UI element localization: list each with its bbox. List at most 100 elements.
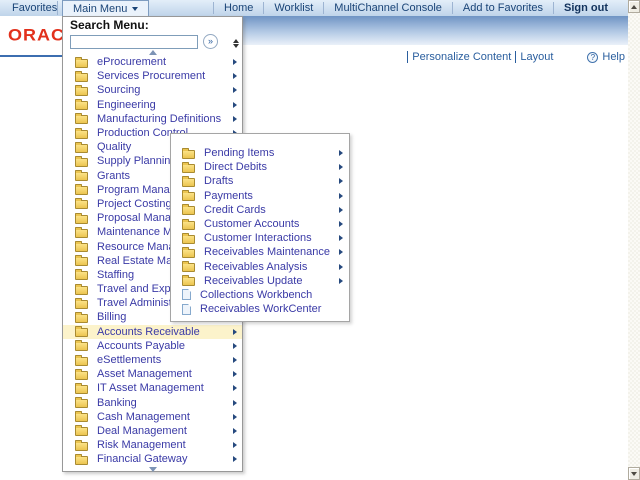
- folder-icon: [75, 144, 88, 153]
- folder-icon: [75, 342, 88, 351]
- menu-item-label: eProcurement: [97, 56, 166, 68]
- submenu-item-label: Receivables Update: [204, 275, 302, 287]
- menu-item-label: IT Asset Management: [97, 382, 204, 394]
- topbar-link[interactable]: Worklist: [263, 2, 323, 14]
- personalize-links: Personalize Content Layout: [407, 51, 557, 63]
- personalize-link[interactable]: Personalize Content: [407, 51, 515, 63]
- submenu-item[interactable]: Pending Items: [171, 146, 349, 160]
- menu-item-label: Risk Management: [97, 439, 186, 451]
- folder-icon: [182, 192, 195, 201]
- menu-item[interactable]: Financial Gateway: [63, 452, 242, 466]
- main-menu-button[interactable]: Main Menu: [62, 0, 149, 16]
- submenu-arrow-icon: [339, 235, 343, 241]
- menu-item[interactable]: Sourcing: [63, 83, 242, 97]
- submenu-item[interactable]: Collections Workbench: [171, 288, 349, 302]
- submenu-arrow-icon: [233, 400, 237, 406]
- search-go-button[interactable]: »: [203, 34, 218, 49]
- submenu-arrow-icon: [339, 193, 343, 199]
- menu-item[interactable]: Manufacturing Definitions: [63, 112, 242, 126]
- submenu-item[interactable]: Customer Accounts: [171, 217, 349, 231]
- menu-item-label: Banking: [97, 397, 137, 409]
- menu-item-label: Billing: [97, 311, 126, 323]
- menu-item[interactable]: Banking: [63, 396, 242, 410]
- folder-icon: [75, 243, 88, 252]
- help-link[interactable]: ? Help: [587, 51, 625, 63]
- top-navigation-bar: Favorites Main Menu Home Worklist MultiC…: [0, 0, 628, 16]
- menu-item[interactable]: Cash Management: [63, 410, 242, 424]
- submenu-arrow-icon: [339, 178, 343, 184]
- topbar-link[interactable]: Home: [213, 2, 263, 14]
- folder-icon: [75, 328, 88, 337]
- search-menu-label: Search Menu:: [70, 19, 236, 32]
- submenu-item[interactable]: Drafts: [171, 174, 349, 188]
- menu-item[interactable]: eProcurement: [63, 55, 242, 69]
- submenu-item-label: Pending Items: [204, 147, 274, 159]
- submenu-item[interactable]: Direct Debits: [171, 160, 349, 174]
- menu-item[interactable]: Risk Management: [63, 438, 242, 452]
- submenu-item-label: Direct Debits: [204, 161, 267, 173]
- submenu-arrow-icon: [339, 164, 343, 170]
- topbar-link[interactable]: MultiChannel Console: [323, 2, 452, 14]
- submenu-item[interactable]: Customer Interactions: [171, 231, 349, 245]
- menu-item-label: Services Procurement: [97, 70, 205, 82]
- document-icon: [182, 304, 191, 315]
- menu-item[interactable]: Services Procurement: [63, 69, 242, 83]
- folder-icon: [182, 178, 195, 187]
- folder-icon: [75, 286, 88, 295]
- submenu-item-label: Payments: [204, 190, 253, 202]
- submenu-item[interactable]: Receivables WorkCenter: [171, 302, 349, 316]
- search-input[interactable]: [70, 35, 198, 49]
- submenu-arrow-icon: [233, 343, 237, 349]
- menu-item[interactable]: Accounts Payable: [63, 339, 242, 353]
- menu-search-header: Search Menu: »: [63, 17, 242, 49]
- folder-icon: [75, 73, 88, 82]
- submenu-item[interactable]: Payments: [171, 189, 349, 203]
- chevron-down-icon: [132, 7, 138, 11]
- submenu-item[interactable]: Receivables Analysis: [171, 260, 349, 274]
- menu-item[interactable]: Asset Management: [63, 367, 242, 381]
- submenu-arrow-icon: [339, 207, 343, 213]
- topbar-link[interactable]: Sign out: [553, 2, 618, 14]
- submenu-arrow-icon: [233, 73, 237, 79]
- folder-icon: [75, 300, 88, 309]
- submenu-item[interactable]: Credit Cards: [171, 203, 349, 217]
- menu-scroll-handle-icon[interactable]: [233, 39, 239, 48]
- menu-item-label: Grants: [97, 170, 130, 182]
- menu-item-label: eSettlements: [97, 354, 161, 366]
- personalize-link[interactable]: Layout: [515, 51, 557, 63]
- submenu-item-label: Credit Cards: [204, 204, 266, 216]
- submenu-item-label: Customer Accounts: [204, 218, 299, 230]
- folder-icon: [75, 399, 88, 408]
- menu-scroll-down[interactable]: [63, 466, 242, 472]
- scroll-down-icon: [631, 472, 637, 476]
- folder-icon: [182, 164, 195, 173]
- submenu-item-label: Receivables Maintenance: [204, 246, 330, 258]
- menu-item[interactable]: Engineering: [63, 98, 242, 112]
- scrollbar-up-button[interactable]: [628, 0, 640, 13]
- help-label: Help: [602, 51, 625, 63]
- menu-item[interactable]: IT Asset Management: [63, 381, 242, 395]
- folder-icon: [75, 87, 88, 96]
- submenu-item-label: Drafts: [204, 175, 233, 187]
- topbar-link[interactable]: Add to Favorites: [452, 2, 553, 14]
- submenu-item[interactable]: Receivables Update: [171, 274, 349, 288]
- menu-item-label: Accounts Payable: [97, 340, 185, 352]
- submenu-item[interactable]: Receivables Maintenance: [171, 245, 349, 259]
- folder-icon: [75, 186, 88, 195]
- submenu-arrow-icon: [233, 414, 237, 420]
- submenu-arrow-icon: [339, 221, 343, 227]
- favorites-label: Favorites: [12, 2, 57, 14]
- menu-item[interactable]: Deal Management: [63, 424, 242, 438]
- help-icon: ?: [587, 52, 598, 63]
- menu-item-label: Engineering: [97, 99, 156, 111]
- menu-item[interactable]: Accounts Receivable: [63, 325, 242, 339]
- page-scrollbar[interactable]: [628, 0, 640, 480]
- scrollbar-down-button[interactable]: [628, 467, 640, 480]
- folder-icon: [75, 172, 88, 181]
- menu-item[interactable]: eSettlements: [63, 353, 242, 367]
- submenu-arrow-icon: [339, 278, 343, 284]
- folder-icon: [75, 427, 88, 436]
- submenu-arrow-icon: [233, 87, 237, 93]
- submenu-arrow-icon: [233, 442, 237, 448]
- folder-icon: [75, 229, 88, 238]
